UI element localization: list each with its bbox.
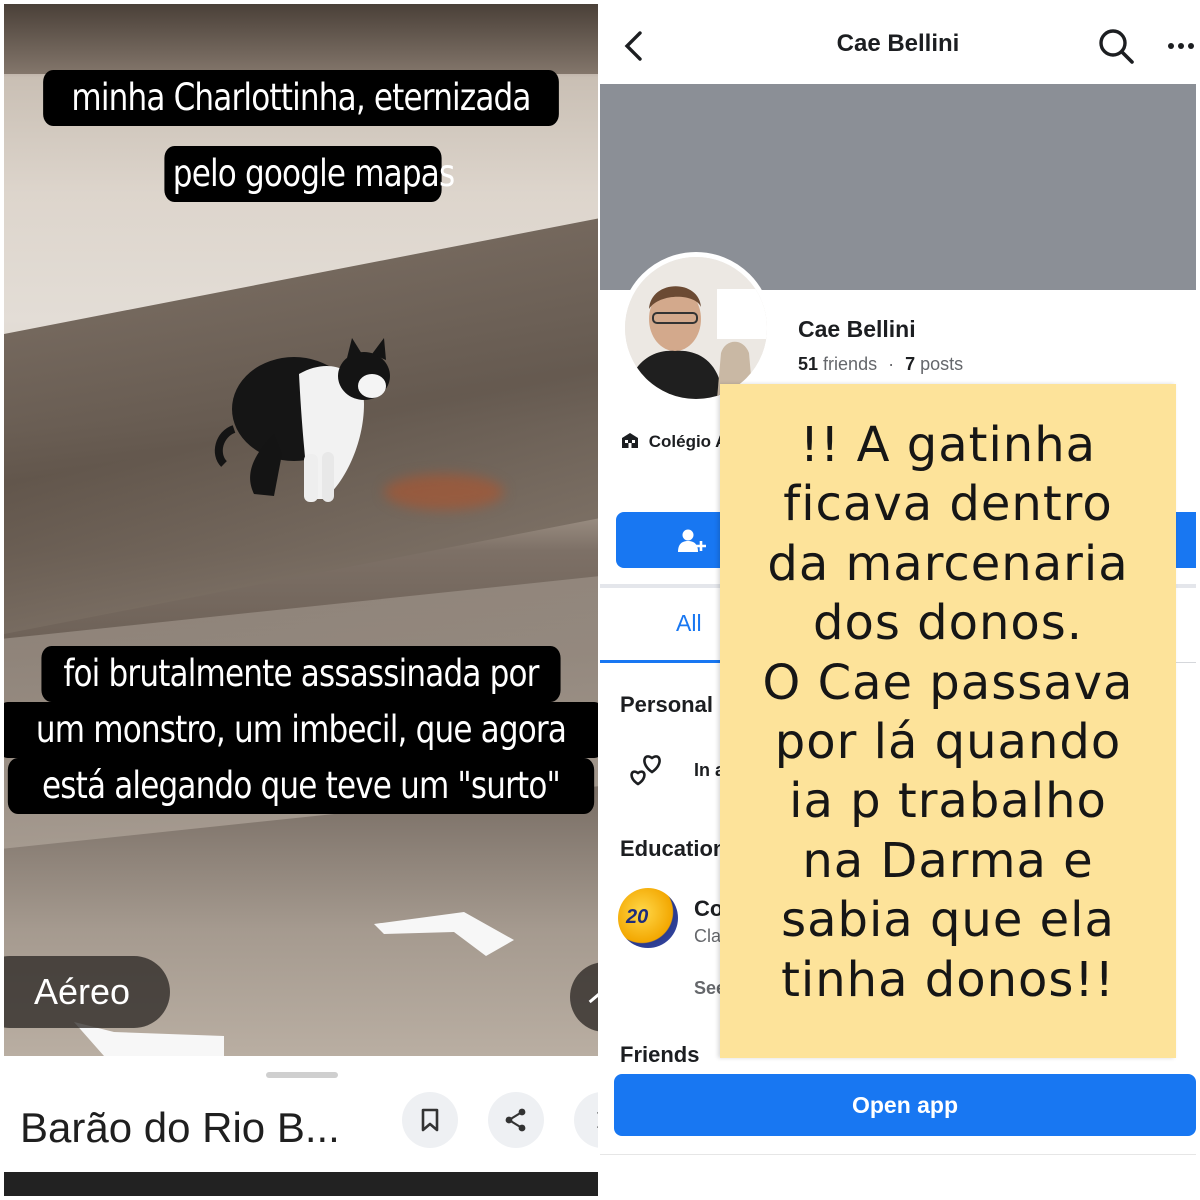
school-logo-text: 20 (626, 906, 649, 928)
system-nav-strip (4, 1172, 598, 1196)
caption-bottom-line2: um monstro, um imbecil, que agora (4, 702, 598, 758)
chevron-right-icon (597, 1112, 598, 1128)
street-view-photo[interactable]: minha Charlottinha, eternizada pelo goog… (4, 4, 598, 1056)
aerial-mode-label: Aéreo (34, 971, 131, 1012)
wall-shadow (4, 4, 598, 74)
more-actions-button[interactable] (574, 1092, 598, 1148)
friends-count: 51 (798, 354, 819, 374)
overlay-note-text: !! A gatinha ficava dentro da marcenaria… (762, 417, 1134, 1008)
stats-separator: · (888, 354, 895, 374)
drag-handle[interactable] (266, 1072, 338, 1078)
school-intro: Colégio A (620, 430, 727, 452)
aerial-mode-button[interactable]: Aéreo (4, 956, 170, 1028)
nav-arrow-left[interactable] (374, 912, 524, 962)
avatar[interactable] (620, 252, 772, 404)
school-label: Colégio A (648, 432, 728, 451)
place-bottom-sheet: Barão do Rio B... (4, 1056, 598, 1196)
arrow-right-icon[interactable] (570, 962, 598, 1032)
cat-figure (214, 338, 390, 502)
profile-name: Cae Bellini (798, 316, 916, 342)
add-friend-icon (678, 529, 706, 552)
open-app-button[interactable]: Open app (614, 1074, 1196, 1136)
posts-count: 7 (905, 354, 916, 374)
bookmark-icon (421, 1108, 439, 1132)
share-button[interactable] (488, 1092, 544, 1148)
overlay-note: !! A gatinha ficava dentro da marcenaria… (720, 384, 1176, 1058)
save-button[interactable] (402, 1092, 458, 1148)
caption-bottom-line3: está alegando que teve um "surto" (7, 758, 595, 814)
building-icon (622, 433, 638, 448)
section-friends: Friends (620, 1042, 700, 1067)
facebook-profile-panel: Cae Bellini Cae Bellini 51 friends · 7 p… (600, 4, 1196, 1196)
bottom-bar (600, 1154, 1196, 1196)
active-tab-indicator (600, 660, 720, 663)
profile-header-bar: Cae Bellini (600, 4, 1196, 84)
section-personal: Personal (620, 692, 713, 717)
tab-all[interactable]: All (676, 610, 702, 637)
posts-label: posts (920, 354, 964, 374)
blurred-face-cover (717, 289, 767, 339)
profile-stats: 51 friends · 7 posts (798, 354, 963, 375)
friends-label[interactable]: friends (823, 354, 877, 374)
hearts-icon (630, 755, 661, 786)
search-icon[interactable] (1096, 26, 1136, 66)
school-class-partial: Cla (694, 926, 722, 946)
section-education: Education (620, 836, 727, 861)
street-view-panel: minha Charlottinha, eternizada pelo goog… (4, 4, 598, 1196)
place-title: Barão do Rio B... (20, 1104, 340, 1151)
caption-top-line1: minha Charlottinha, eternizada (43, 70, 559, 126)
caption-top-line2: pelo google mapas (164, 146, 455, 202)
school-logo: 20 (618, 888, 678, 948)
school-name-partial[interactable]: Co (694, 896, 723, 922)
share-icon (505, 1108, 526, 1132)
more-icon[interactable] (1166, 40, 1196, 52)
caption-bottom-line1: foi brutalmente assassinada por (41, 646, 561, 702)
